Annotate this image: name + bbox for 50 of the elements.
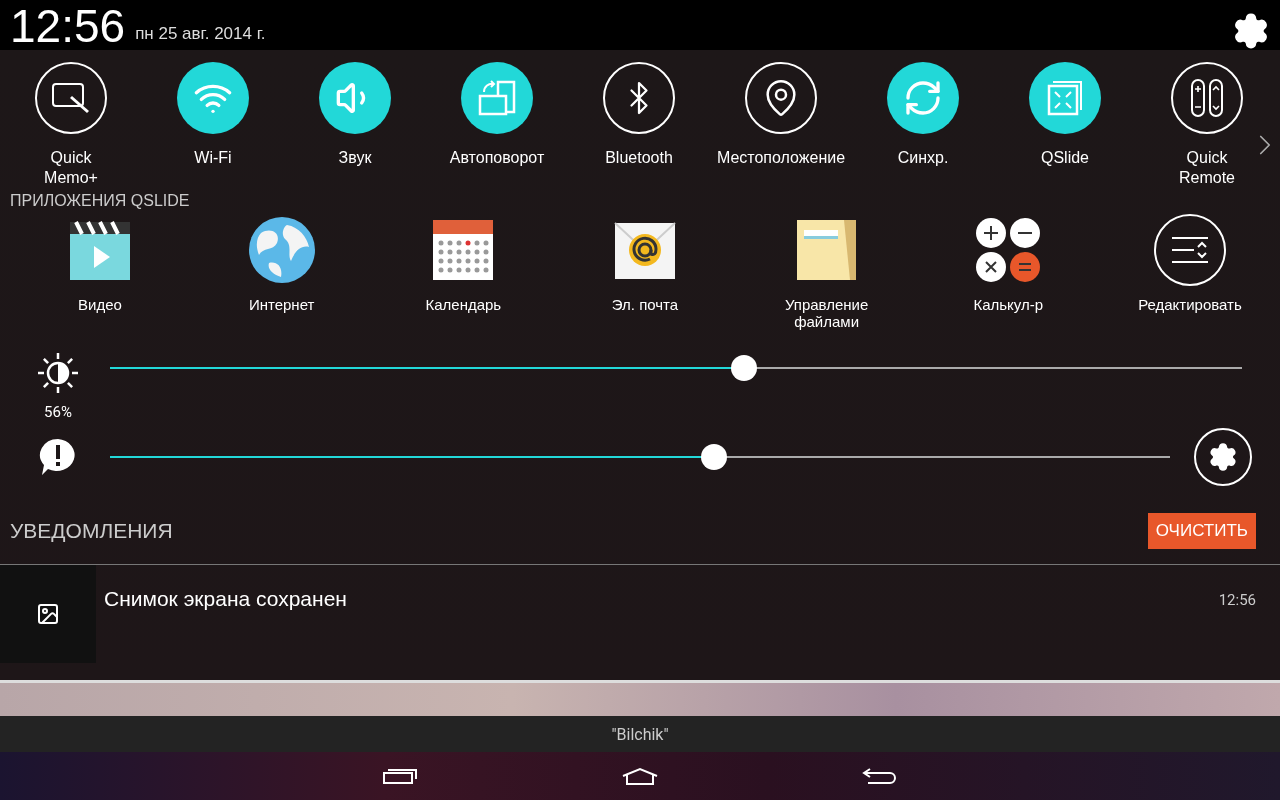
app-label[interactable]: Калькул-р: [973, 296, 1044, 313]
rotate-screens-icon: [476, 78, 518, 118]
app-label[interactable]: Управление файлами: [784, 296, 869, 330]
toggle-label: Автоповорот: [449, 148, 545, 168]
sort-list-icon: [1169, 235, 1210, 265]
brightness-reading: 56%: [44, 403, 72, 421]
toggle-label: Quick Remote: [1179, 148, 1235, 188]
clapperboard-icon: [68, 218, 132, 282]
toggle-label: Quick Memo+: [44, 148, 98, 188]
quick-toggle[interactable]: [603, 62, 675, 134]
notification-text[interactable]: Снимок экрана сохранен: [104, 587, 347, 663]
slider-thumb[interactable]: [701, 444, 728, 470]
app-label[interactable]: Эл. почта: [611, 296, 679, 313]
calculator-icon: [975, 217, 1042, 283]
quick-toggle[interactable]: [1171, 62, 1243, 134]
quick-toggle[interactable]: [35, 62, 107, 134]
app-label[interactable]: Видео: [78, 296, 122, 313]
image-icon: [36, 602, 60, 626]
section-title: ПРИЛОЖЕНИЯ QSLIDE: [9, 192, 191, 210]
settings-icon[interactable]: [1232, 12, 1270, 50]
toggle-label: QSlide: [1041, 148, 1089, 168]
sync-icon: [903, 78, 943, 118]
qslide-windows-icon: [1045, 78, 1085, 118]
brightness-icon: [36, 351, 80, 395]
section-title: УВЕДОМЛЕНИЯ: [10, 518, 173, 543]
date: пн 25 авг. 2014 г.: [135, 24, 266, 44]
edit-list-button[interactable]: [1153, 214, 1226, 286]
clock: 12:56: [10, 0, 126, 52]
app-label[interactable]: Календарь: [425, 296, 502, 313]
toggle-label: Местоположение: [716, 148, 846, 168]
globe-icon: [246, 215, 317, 285]
remote-control-icon: [1189, 78, 1225, 118]
sound-settings-button[interactable]: [1194, 428, 1252, 486]
app-label[interactable]: Интернет: [248, 296, 315, 313]
toast-text: "Bilchik": [611, 724, 669, 744]
envelope-icon: [613, 219, 676, 281]
settings-icon: [1208, 442, 1238, 472]
toggle-label: Wi-Fi: [194, 148, 232, 168]
toggle-label: Синхр.: [897, 148, 949, 168]
alert-bubble-icon: [38, 437, 78, 477]
calendar-icon: [432, 219, 495, 281]
app-label[interactable]: Редактировать: [1138, 296, 1242, 313]
toggle-label: Звук: [338, 148, 372, 168]
pen-on-screen-icon: [51, 81, 91, 115]
notification-time: 12:56: [1218, 591, 1256, 611]
folder-icon: [795, 218, 858, 282]
slider-thumb[interactable]: [730, 355, 757, 381]
toggle-label: Bluetooth: [605, 148, 673, 168]
clear-button[interactable]: ОЧИСТИТЬ: [1147, 512, 1256, 549]
quick-toggle[interactable]: [745, 62, 817, 134]
